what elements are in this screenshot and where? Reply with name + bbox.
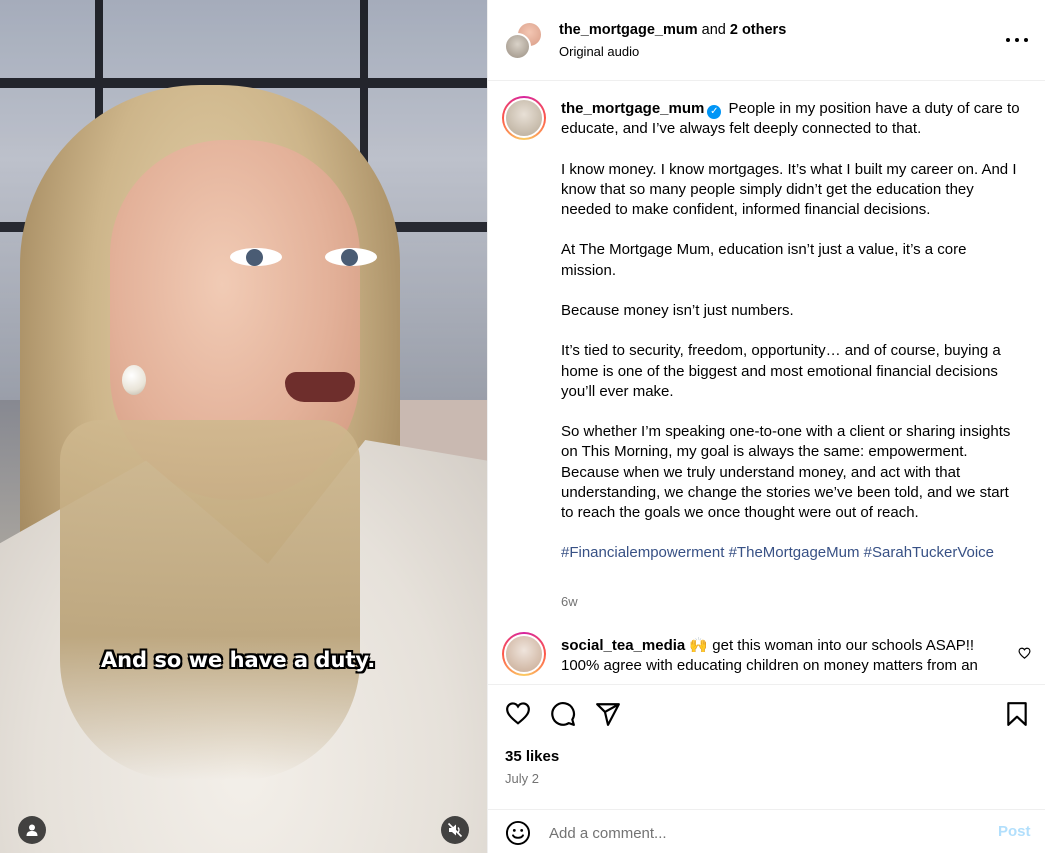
video-person-eye-right bbox=[325, 248, 377, 266]
save-bookmark-icon[interactable] bbox=[1006, 701, 1028, 727]
caption-avatar[interactable] bbox=[502, 96, 546, 140]
video-person-hair-front bbox=[60, 420, 360, 780]
verified-badge-icon: ✓ bbox=[707, 105, 722, 119]
share-paper-plane-icon[interactable] bbox=[595, 701, 621, 727]
caption-paragraph: I know money. I know mortgages. It’s wha… bbox=[561, 160, 1017, 218]
more-options-icon[interactable] bbox=[1006, 30, 1028, 50]
avatar[interactable] bbox=[504, 33, 531, 60]
post-caption: the_mortgage_mum ✓ People in my position … bbox=[561, 99, 1021, 584]
video-person-eye-left bbox=[230, 248, 282, 266]
comment-avatar[interactable] bbox=[502, 632, 546, 676]
comment-input[interactable] bbox=[549, 821, 969, 845]
caption-paragraph: So whether I’m speaking one-to-one with … bbox=[561, 423, 1011, 461]
author-username-link[interactable]: the_mortgage_mum bbox=[559, 22, 698, 38]
original-audio-link[interactable]: Original audio bbox=[559, 44, 639, 59]
author-conjunction: and bbox=[701, 22, 726, 38]
like-heart-icon[interactable] bbox=[505, 701, 531, 725]
comment-username[interactable]: social_tea_media bbox=[561, 637, 685, 654]
caption-paragraph: At The Mortgage Mum, education isn’t jus… bbox=[561, 241, 967, 279]
post-header: the_mortgage_mum and 2 others Original a… bbox=[488, 0, 1045, 81]
collab-avatars[interactable] bbox=[504, 21, 544, 61]
speaker-muted-icon bbox=[447, 822, 463, 838]
post-date[interactable]: July 2 bbox=[505, 771, 539, 786]
post-actions: 35 likes July 2 Post bbox=[488, 684, 1045, 853]
video-person-earring bbox=[122, 365, 146, 395]
caption-hashtags: #Financialempowerment #TheMortgageMum #S… bbox=[561, 543, 1021, 563]
caption-paragraph: Because when we truly understand money, … bbox=[561, 463, 1009, 521]
video-subtitle: And so we have a duty. bbox=[100, 648, 376, 672]
video-person-mouth bbox=[285, 372, 355, 402]
mute-button[interactable] bbox=[441, 816, 469, 844]
hashtag-link[interactable]: #TheMortgageMum bbox=[729, 544, 860, 561]
hashtag-link[interactable]: #SarahTuckerVoice bbox=[864, 544, 994, 561]
caption-paragraph: It’s tied to security, freedom, opportun… bbox=[561, 342, 1001, 400]
post-sidebar: the_mortgage_mum and 2 others Original a… bbox=[487, 0, 1045, 853]
others-link[interactable]: 2 others bbox=[730, 22, 786, 38]
comments-list[interactable]: the_mortgage_mum ✓ People in my position … bbox=[488, 82, 1045, 684]
comment-bubble-icon[interactable] bbox=[550, 701, 576, 727]
emoji-icon[interactable] bbox=[505, 820, 531, 846]
hashtag-link[interactable]: #Financialempowerment bbox=[561, 544, 724, 561]
caption-username[interactable]: the_mortgage_mum bbox=[561, 100, 704, 117]
comment-item: social_tea_media 🙌 get this woman into o… bbox=[561, 636, 1011, 676]
tagged-users-button[interactable] bbox=[18, 816, 46, 844]
caption-timestamp[interactable]: 6w bbox=[561, 594, 578, 609]
comment-composer: Post bbox=[488, 809, 1045, 853]
caption-paragraph: Because money isn’t just numbers. bbox=[561, 301, 794, 319]
post-comment-button[interactable]: Post bbox=[998, 823, 1031, 840]
reel-video[interactable]: And so we have a duty. bbox=[0, 0, 487, 853]
post-authors: the_mortgage_mum and 2 others bbox=[559, 22, 786, 38]
likes-count[interactable]: 35 likes bbox=[505, 748, 559, 765]
person-icon bbox=[26, 824, 38, 836]
like-comment-heart-icon[interactable] bbox=[1018, 647, 1031, 659]
